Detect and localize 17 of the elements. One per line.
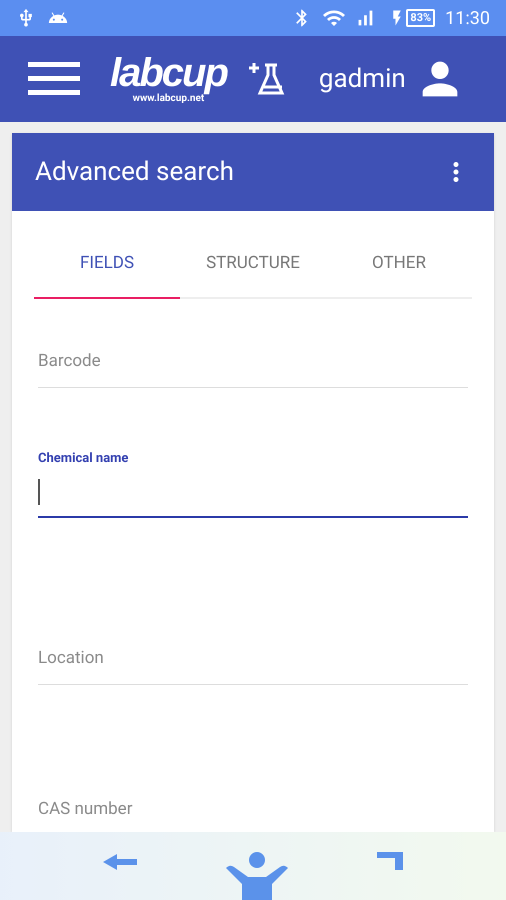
input-field[interactable]: Location (38, 646, 468, 685)
tab[interactable]: OTHER (326, 231, 472, 299)
flask-add-icon[interactable] (246, 61, 287, 97)
tab[interactable]: FIELDS (34, 231, 180, 299)
text-cursor (38, 479, 40, 505)
back-arrow-icon[interactable] (102, 852, 137, 872)
field-label: Chemical name (38, 450, 130, 468)
battery-level: 83% (406, 9, 436, 27)
menu-icon[interactable] (28, 60, 80, 98)
logo-url: www.labcup.net (132, 93, 204, 105)
clock: 11:30 (445, 6, 490, 30)
input-field[interactable]: Barcode (38, 349, 468, 388)
username: gadmin (318, 62, 406, 96)
card-title: Advanced search (35, 156, 235, 188)
corner-icon[interactable] (377, 852, 404, 870)
logo: labcup (110, 53, 227, 93)
tab[interactable]: STRUCTURE (180, 231, 326, 299)
